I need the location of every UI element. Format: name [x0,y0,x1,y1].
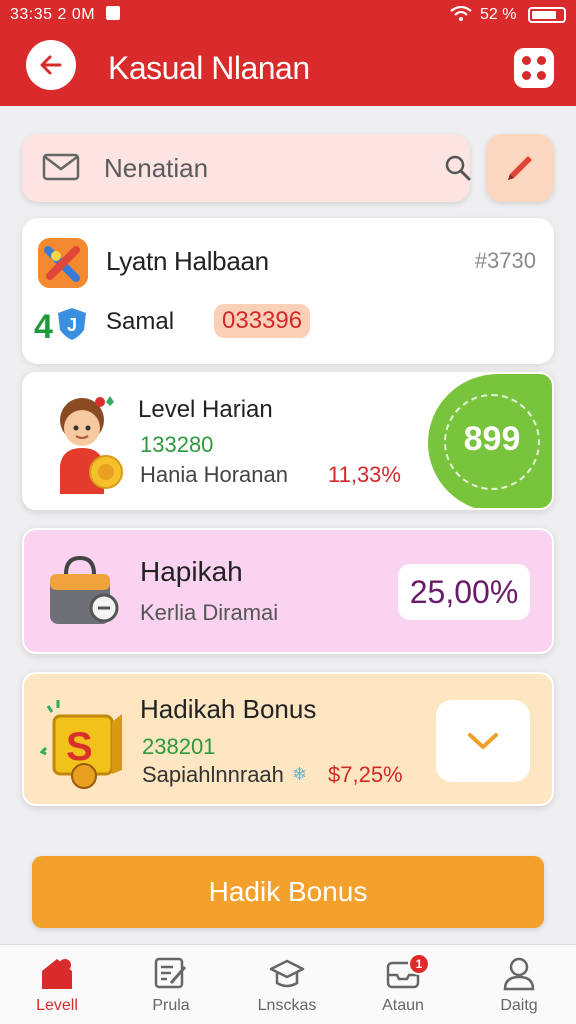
search-input[interactable] [104,148,424,188]
nav-label: Levell [36,997,78,1014]
search-icon[interactable] [444,154,472,182]
graduation-icon [269,959,305,988]
coin-badge: 033396 [214,304,311,338]
nav-label: Prula [152,997,190,1014]
snowflake-icon: ❄ [292,764,308,784]
bonus-percent: $7,25% [328,762,403,787]
nav-label: Lnsckas [257,997,317,1014]
nav-item-ataun[interactable]: 1 Ataun [348,945,458,1024]
status-time: 33:35 2 0M [10,6,96,23]
pencil-icon [508,156,532,180]
page-title: Kasual Nlanan [108,50,310,86]
dot-icon [537,71,546,80]
level-percent: 11,33% [328,462,401,487]
battery-percent: 52 % [480,6,517,23]
nav-item-levell[interactable]: Levell [2,945,112,1024]
profile-icon [503,957,535,991]
bonus-subtitle: Sapiahlnnraah [142,762,284,787]
bonus-card[interactable]: S Hadikah Bonus 238201 Sapiahlnnraah ❄ $… [22,672,554,806]
arrow-left-icon [40,55,62,75]
dot-icon [522,56,531,65]
search-bar [22,134,472,202]
app-logo-icon [38,238,88,288]
nav-item-prula[interactable]: Prula [116,945,226,1024]
nav-item-daitg[interactable]: Daitg [464,945,574,1024]
score-value: 899 [463,420,521,458]
profile-code: #3730 [474,248,536,273]
nav-label: Daitg [500,997,538,1014]
app-bar: 33:35 2 0M 52 % Kasual Nlanan [0,0,576,106]
notification-icon [106,6,120,20]
gift-box-icon: S [40,700,122,789]
edit-note-icon [154,957,187,989]
home-icon [42,959,72,989]
level-title: Level Harian [138,396,273,423]
svg-text:J: J [67,315,77,335]
level-card[interactable]: Level Harian 133280 Hania Horanan 11,33%… [22,372,554,510]
shield-icon: J [58,308,86,340]
hapikah-subtitle: Kerlia Diramai [140,600,279,625]
battery-icon [528,7,566,23]
chevron-down-icon [468,733,498,749]
status-bar: 33:35 2 0M 52 % [0,0,576,30]
nav-label: Ataun [382,997,424,1014]
expand-button[interactable] [436,700,530,782]
bottom-nav: Levell Prula Lnsckas 1 Ataun Daitg [0,944,576,1024]
level-subtitle: Hania Horanan [140,462,288,487]
level-value: 133280 [140,432,214,457]
svg-text:S: S [66,725,93,769]
back-button[interactable] [26,40,76,90]
hapikah-title: Hapikah [140,556,243,587]
dot-icon [522,71,531,80]
profile-subname: Samal [106,308,175,335]
bonus-title: Hadikah Bonus [140,694,317,724]
shopping-bag-icon [50,555,119,624]
profile-name: Lyatn Halbaan [106,246,269,276]
mail-icon [42,153,80,181]
level-number: 4 [34,308,53,346]
menu-button[interactable] [514,48,554,88]
nav-item-lnsckas[interactable]: Lnsckas [232,945,342,1024]
claim-bonus-button[interactable]: Hadik Bonus [32,856,544,928]
dot-icon [537,56,546,65]
edit-button[interactable] [486,134,554,202]
wifi-icon [450,6,472,21]
hapikah-percent: 25,00% [398,564,530,620]
bonus-value: 238201 [142,734,216,759]
notification-badge: 1 [408,953,430,975]
hapikah-card[interactable]: Hapikah Kerlia Diramai 25,00% [22,528,554,654]
profile-summary-card[interactable]: Lyatn Halbaan #3730 4 J Samal 033396 [22,218,554,364]
character-avatar-icon [60,396,123,494]
